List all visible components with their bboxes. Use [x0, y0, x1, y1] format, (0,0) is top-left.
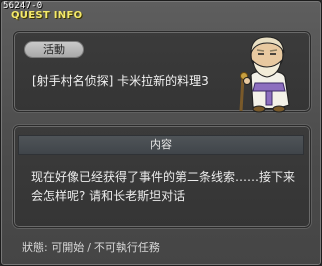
npc-portrait-icon — [239, 36, 290, 113]
content-header: 内容 — [18, 135, 304, 155]
quest-content-panel: 内容 现在好像已经获得了事件的第二条线索……接下来会怎样呢? 请和长老斯坦对话 — [13, 125, 311, 228]
quest-info-window: 56247-0 QUEST INFO 活動 [射手村名侦探] 卡米拉新的料理3 — [0, 0, 322, 266]
quest-name: [射手村名侦探] 卡米拉新的料理3 — [32, 74, 209, 88]
quest-status: 狀態: 可開始 / 不可執行任務 — [22, 239, 160, 255]
window-title: QUEST INFO — [11, 10, 83, 21]
title-bar[interactable]: QUEST INFO — [1, 9, 321, 23]
quest-description: 现在好像已经获得了事件的第二条线索……接下来会怎样呢? 请和长老斯坦对话 — [31, 170, 296, 203]
status-separator: / — [87, 241, 91, 254]
status-label: 狀態 — [22, 241, 44, 254]
category-badge: 活動 — [24, 41, 84, 58]
status-not-executable: 不可執行任務 — [93, 241, 160, 254]
status-startable: 可開始 — [51, 241, 85, 254]
